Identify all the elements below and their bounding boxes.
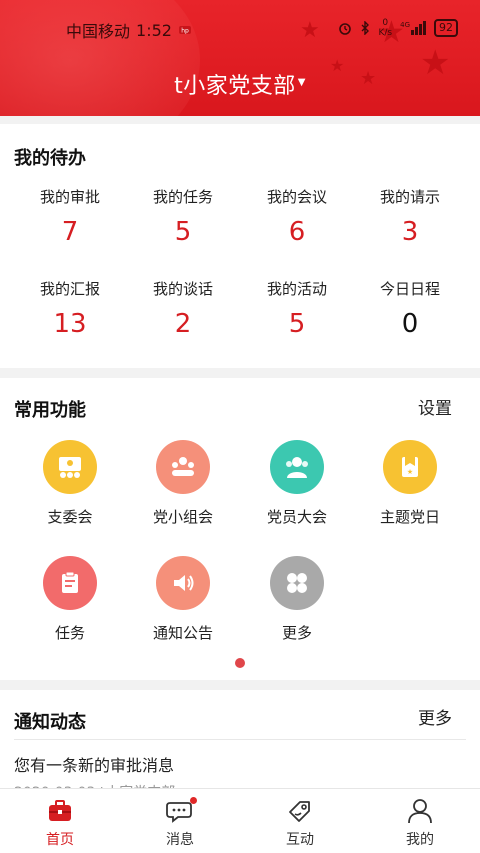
todo-label: 我的请示 [379, 188, 440, 206]
feature-label: 党小组会 [152, 508, 213, 526]
bluetooth-icon [361, 21, 370, 35]
clock: 1:52 [136, 20, 172, 40]
todo-label: 我的会议 [266, 188, 327, 206]
more-icon [270, 556, 324, 610]
todo-item-task[interactable]: 我的任务 5 [123, 186, 243, 247]
alarm-icon [339, 23, 352, 35]
announcement-icon [156, 556, 210, 610]
feature-assembly[interactable]: 党员大会 [237, 440, 357, 527]
bottom-nav: 首页 消息 互动 我的 [0, 788, 480, 853]
battery-indicator: 92 [434, 19, 458, 37]
nav-profile[interactable]: 我的 [360, 797, 480, 849]
assembly-icon [270, 440, 324, 494]
task-icon [43, 556, 97, 610]
features-title: 常用功能 [14, 400, 86, 421]
todo-count: 5 [288, 309, 306, 339]
todo-item-meeting[interactable]: 我的会议 6 [237, 186, 357, 247]
todo-count: 5 [174, 217, 192, 247]
feature-label: 支委会 [47, 508, 93, 526]
svg-text:hp: hp [181, 28, 189, 35]
todo-item-talk[interactable]: 我的谈话 2 [123, 278, 243, 339]
divider [14, 739, 466, 740]
nav-label: 互动 [286, 832, 314, 848]
chevron-down-icon: ▼ [297, 77, 306, 88]
tag-icon [240, 797, 360, 825]
todo-label: 我的任务 [152, 188, 213, 206]
nav-label: 我的 [406, 832, 434, 848]
todo-item-approval[interactable]: 我的审批 7 [10, 186, 130, 247]
todo-count: 6 [288, 217, 306, 247]
todo-item-schedule[interactable]: 今日日程 0 [350, 278, 470, 339]
todo-count: 0 [401, 309, 419, 339]
todo-count: 7 [61, 217, 79, 247]
features-card: 常用功能 设置 支委会 党小组会 党员大会 ★ 主题党日 任务 通知公告 更多 [0, 378, 480, 680]
nav-label: 消息 [166, 832, 194, 848]
committee-icon [43, 440, 97, 494]
notice-item-title[interactable]: 您有一条新的审批消息 [14, 752, 174, 776]
feature-task[interactable]: 任务 [10, 556, 130, 643]
feature-label: 党员大会 [266, 508, 327, 526]
feature-theme-day[interactable]: ★ 主题党日 [350, 440, 470, 527]
group-meeting-icon [156, 440, 210, 494]
feature-label: 更多 [281, 624, 312, 642]
feature-committee[interactable]: 支委会 [10, 440, 130, 527]
branch-selector[interactable]: t小家党支部 ▼ [0, 68, 480, 100]
todo-count: 3 [401, 217, 419, 247]
nav-home[interactable]: 首页 [0, 797, 120, 849]
feature-group-meeting[interactable]: 党小组会 [123, 440, 243, 527]
feature-more[interactable]: 更多 [237, 556, 357, 643]
nav-interact[interactable]: 互动 [240, 797, 360, 849]
todo-item-request[interactable]: 我的请示 3 [350, 186, 470, 247]
todo-title: 我的待办 [14, 148, 86, 169]
signal-icon: 4G [400, 21, 426, 35]
net-speed: 0 K/s [378, 18, 393, 38]
page-indicator-dot[interactable] [235, 658, 245, 668]
feature-label: 通知公告 [152, 624, 213, 642]
page-title: t小家党支部 [174, 74, 296, 99]
carrier-label: 中国移动 [66, 22, 131, 41]
nav-label: 首页 [46, 832, 74, 848]
todo-label: 我的汇报 [39, 280, 100, 298]
feature-label: 任务 [54, 624, 85, 642]
todo-item-report[interactable]: 我的汇报 13 [10, 278, 130, 339]
chat-bubble-icon [120, 797, 240, 825]
todo-count: 2 [174, 309, 192, 339]
status-bar: 中国移动 1:52 hp 0 K/s 4G 92 [0, 14, 480, 44]
feature-label: 主题党日 [379, 508, 440, 526]
notice-title: 通知动态 [14, 712, 86, 733]
header: ★ ★ ★ ★ ★ 中国移动 1:52 hp 0 K/s 4G 92 t小家党支… [0, 0, 480, 116]
todo-label: 我的活动 [266, 280, 327, 298]
todo-card: 我的待办 我的审批 7 我的任务 5 我的会议 6 我的请示 3 我的汇报 13… [0, 124, 480, 368]
todo-label: 我的谈话 [152, 280, 213, 298]
notice-card: 通知动态 更多 您有一条新的审批消息 2020-03-03 t小家党支部 [0, 690, 480, 801]
todo-label: 我的审批 [39, 188, 100, 206]
unread-badge [190, 797, 197, 804]
feature-announcement[interactable]: 通知公告 [123, 556, 243, 643]
svg-text:★: ★ [407, 468, 413, 476]
briefcase-icon [0, 797, 120, 825]
nav-messages[interactable]: 消息 [120, 797, 240, 849]
theme-day-icon: ★ [383, 440, 437, 494]
todo-label: 今日日程 [379, 280, 440, 298]
settings-link[interactable]: 设置 [418, 394, 452, 419]
todo-item-activity[interactable]: 我的活动 5 [237, 278, 357, 339]
app-notification-icon: hp [178, 26, 191, 35]
user-icon [360, 797, 480, 825]
todo-count: 13 [53, 309, 87, 339]
notice-more-link[interactable]: 更多 [418, 704, 452, 729]
